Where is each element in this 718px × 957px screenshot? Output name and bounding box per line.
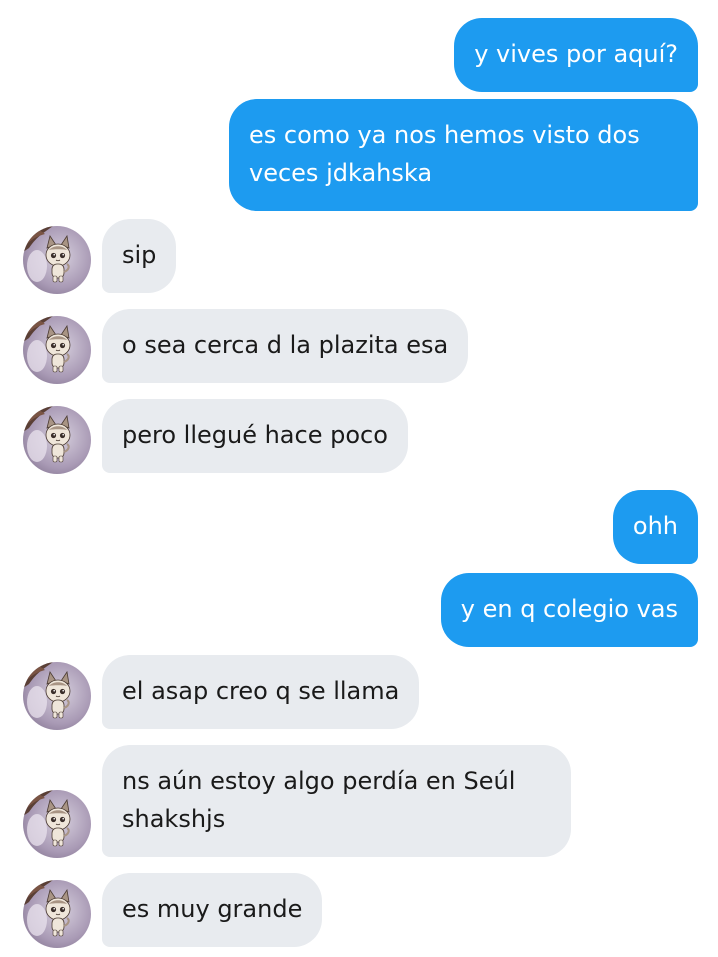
message-text: el asap creo q se llama	[122, 677, 400, 705]
contact-avatar[interactable]	[23, 662, 91, 730]
message-text: pero llegué hace poco	[122, 421, 388, 449]
message-text: y vives por aquí?	[474, 40, 678, 68]
cat-avatar-icon	[23, 662, 91, 730]
message-text: o sea cerca d la plazita esa	[122, 331, 449, 359]
message-text: y en q colegio vas	[460, 595, 678, 623]
contact-avatar[interactable]	[23, 880, 91, 948]
message-bubble-outgoing[interactable]: ohh	[612, 490, 698, 564]
contact-avatar[interactable]	[23, 406, 91, 474]
cat-avatar-icon	[23, 406, 91, 474]
cat-avatar-icon	[23, 316, 91, 384]
cat-avatar-icon	[23, 880, 91, 948]
cat-avatar-icon	[23, 226, 91, 294]
message-bubble-incoming[interactable]: ns aún estoy algo perdía en Seúl shakshj…	[102, 745, 571, 857]
message-text: ns aún estoy algo perdía en Seúl shakshj…	[122, 767, 516, 833]
message-bubble-outgoing[interactable]: es como ya nos hemos visto dos veces jdk…	[229, 99, 698, 211]
message-bubble-incoming[interactable]: el asap creo q se llama	[102, 655, 420, 729]
message-text: es como ya nos hemos visto dos veces jdk…	[249, 121, 640, 187]
message-bubble-incoming[interactable]: es muy grande	[102, 873, 323, 947]
message-text: es muy grande	[122, 895, 303, 923]
message-bubble-incoming[interactable]: sip	[102, 219, 177, 293]
contact-avatar[interactable]	[23, 226, 91, 294]
message-text: ohh	[632, 512, 678, 540]
message-bubble-incoming[interactable]: o sea cerca d la plazita esa	[102, 309, 469, 383]
contact-avatar[interactable]	[23, 316, 91, 384]
contact-avatar[interactable]	[23, 790, 91, 858]
message-bubble-incoming[interactable]: pero llegué hace poco	[102, 399, 408, 473]
message-text: sip	[122, 241, 157, 269]
cat-avatar-icon	[23, 790, 91, 858]
message-bubble-outgoing[interactable]: y vives por aquí?	[454, 18, 698, 92]
message-bubble-outgoing[interactable]: y en q colegio vas	[440, 573, 698, 647]
